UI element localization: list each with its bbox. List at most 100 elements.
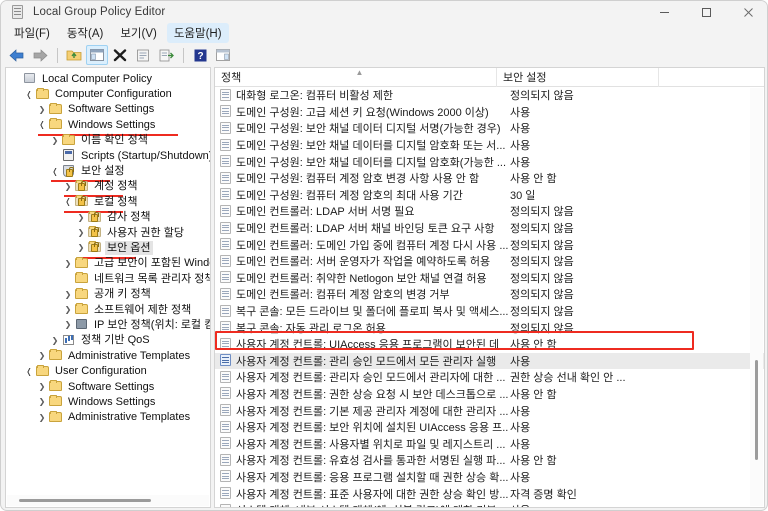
policy-icon xyxy=(219,437,233,450)
table-row[interactable]: 사용자 계정 컨트롤: 관리 승인 모드에서 모든 관리자 실행 사용 xyxy=(215,352,764,370)
tree-item[interactable]: ❬ User Configuration xyxy=(6,363,210,378)
table-row[interactable]: 도메인 컨트롤러: LDAP 서버 서명 필요 정의되지 않음 xyxy=(215,203,764,220)
chevron-right-icon[interactable]: ❯ xyxy=(75,243,87,252)
table-row[interactable]: 대화형 로그온: 컴퓨터 비활성 제한 정의되지 않음 xyxy=(215,87,764,104)
table-row[interactable]: 도메인 구성원: 컴퓨터 계정 암호 변경 사항 사용 안 함 사용 안 함 xyxy=(215,170,764,187)
table-row[interactable]: 사용자 계정 컨트롤: 권한 상승 요청 시 보안 데스크톱으로 ... 사용 안… xyxy=(215,386,764,403)
table-row[interactable]: 도메인 구성원: 컴퓨터 계정 암호의 최대 사용 기간 30 일 xyxy=(215,187,764,204)
tree-item[interactable]: ❯ 보안 옵션 xyxy=(6,240,210,255)
tree-item[interactable]: 네트워크 목록 관리자 정책 xyxy=(6,271,210,286)
table-row[interactable]: 도메인 구성원: 보안 채널 데이터를 디지털 암호화 또는 서... 사용 xyxy=(215,137,764,154)
policy-security-setting: 정의되지 않음 xyxy=(510,306,574,319)
close-button[interactable] xyxy=(727,1,767,23)
chevron-down-icon[interactable]: ❬ xyxy=(49,167,61,176)
tree-item[interactable]: Local Computer Policy xyxy=(6,71,210,86)
maximize-button[interactable] xyxy=(685,1,727,23)
table-row[interactable]: 사용자 계정 컨트롤: 유효성 검사를 통과한 서명된 실행 파... 사용 안 … xyxy=(215,452,764,469)
console-tree-pane[interactable]: Local Computer Policy ❬ Computer Configura… xyxy=(5,67,211,508)
chevron-right-icon[interactable]: ❯ xyxy=(75,228,87,237)
tree-item[interactable]: ❯ 정책 기반 QoS xyxy=(6,333,210,348)
list-vscroll-thumb[interactable] xyxy=(755,360,758,460)
tree-item[interactable]: ❯ 고급 보안이 포함된 Window xyxy=(6,256,210,271)
table-row[interactable]: 도메인 컨트롤러: 도메인 가입 중에 컴퓨터 계정 다시 사용 ... 정의되지… xyxy=(215,236,764,253)
tree-item[interactable]: ❬ 로컬 정책 xyxy=(6,194,210,209)
tree-item[interactable]: ❯ Software Settings xyxy=(6,102,210,117)
chevron-right-icon[interactable]: ❯ xyxy=(75,213,87,222)
policy-name: 사용자 계정 컨트롤: 유효성 검사를 통과한 서명된 실행 파... xyxy=(236,455,506,468)
table-row[interactable]: 사용자 계정 컨트롤: 보안 위치에 설치된 UIAccess 응용 프... 사… xyxy=(215,419,764,436)
tree-item[interactable]: ❯ 소프트웨어 제한 정책 xyxy=(6,302,210,317)
tree-item[interactable]: ❯ 계정 정책 xyxy=(6,179,210,194)
table-row[interactable]: 도메인 컨트롤러: LDAP 서버 채널 바인딩 토큰 요구 사항 정의되지 않음 xyxy=(215,220,764,237)
tree-item-label: 계정 정책 xyxy=(94,180,138,193)
chevron-right-icon[interactable]: ❯ xyxy=(36,351,48,360)
tree-item[interactable]: ❯ Windows Settings xyxy=(6,394,210,409)
table-row[interactable]: 도메인 컨트롤러: 서버 운영자가 작업을 예약하도록 허용 정의되지 않음 xyxy=(215,253,764,270)
table-row[interactable]: 사용자 계정 컨트롤: 응용 프로그램 설치할 때 권한 상승 확... 사용 xyxy=(215,469,764,486)
table-row[interactable]: 사용자 계정 컨트롤: 사용자별 위치로 파일 및 레지스트리 ... 사용 xyxy=(215,435,764,452)
tree-item[interactable]: Scripts (Startup/Shutdown) xyxy=(6,148,210,163)
chevron-right-icon[interactable]: ❯ xyxy=(36,382,48,391)
tree-item[interactable]: ❯ 감사 정책 xyxy=(6,210,210,225)
table-row[interactable]: 도메인 구성원: 고급 세션 키 요청(Windows 2000 이상) 사용 xyxy=(215,104,764,121)
menu-action[interactable]: 동작(A) xyxy=(60,23,111,43)
tree-item[interactable]: ❯ IP 보안 정책(위치: 로컬 컴퓨 xyxy=(6,317,210,332)
chevron-right-icon[interactable]: ❯ xyxy=(36,397,48,406)
chevron-right-icon[interactable]: ❯ xyxy=(62,290,74,299)
tree-item[interactable]: ❬ 보안 설정 xyxy=(6,163,210,178)
menu-view[interactable]: 보기(V) xyxy=(113,23,164,43)
table-row[interactable]: 도메인 컨트롤러: 컴퓨터 계정 암호의 변경 거부 정의되지 않음 xyxy=(215,286,764,303)
chevron-right-icon[interactable]: ❯ xyxy=(62,305,74,314)
view-options-icon[interactable] xyxy=(212,45,234,65)
list-vertical-scrollbar[interactable] xyxy=(750,88,763,506)
column-policy[interactable]: 정책 ▲ xyxy=(215,68,497,87)
table-row[interactable]: 도메인 구성원: 보안 채널 데이터를 디지털 암호화(가능한 ... 사용 xyxy=(215,153,764,170)
table-row[interactable]: 사용자 계정 컨트롤: 기본 제공 관리자 계정에 대한 관리자 ... 사용 xyxy=(215,402,764,419)
table-row[interactable]: 도메인 컨트롤러: 취약한 Netlogon 보안 채널 연결 허용 정의되지 않… xyxy=(215,270,764,287)
policy-list-pane[interactable]: 정책 ▲ 보안 설정 대화형 로그온: 컴퓨터 비활성 제한 정의되지 않음 도메인… xyxy=(214,67,765,508)
tree-item[interactable]: ❯ 공개 키 정책 xyxy=(6,286,210,301)
tree-item[interactable]: ❯ Software Settings xyxy=(6,379,210,394)
chevron-right-icon[interactable]: ❯ xyxy=(62,182,74,191)
tree-hscroll-thumb[interactable] xyxy=(19,499,151,502)
policy-name: 사용자 계정 컨트롤: 기본 제공 관리자 계정에 대한 관리자 ... xyxy=(236,405,508,418)
tree-item[interactable]: ❬ Windows Settings xyxy=(6,117,210,132)
column-security-setting[interactable]: 보안 설정 xyxy=(497,68,659,87)
chevron-right-icon[interactable]: ❯ xyxy=(36,413,48,422)
forward-icon[interactable] xyxy=(29,45,51,65)
help-icon[interactable]: ? xyxy=(189,45,211,65)
chevron-down-icon[interactable]: ❬ xyxy=(23,90,35,99)
properties-icon[interactable] xyxy=(132,45,154,65)
tree-item[interactable]: ❯ Administrative Templates xyxy=(6,348,210,363)
table-row[interactable]: 복구 콘솔: 모든 드라이브 및 폴더에 플로피 복사 및 액세스... 정의되지… xyxy=(215,303,764,320)
chevron-down-icon[interactable]: ❬ xyxy=(23,367,35,376)
policy-list[interactable]: 대화형 로그온: 컴퓨터 비활성 제한 정의되지 않음 도메인 구성원: 고급 세션… xyxy=(215,87,764,507)
chevron-right-icon[interactable]: ❯ xyxy=(36,105,48,114)
table-row[interactable]: 사용자 계정 컨트롤: 표준 사용자에 대한 권한 상승 확인 방... 자격 증… xyxy=(215,485,764,502)
console-tree[interactable]: Local Computer Policy ❬ Computer Configura… xyxy=(6,71,210,425)
menu-help[interactable]: 도움말(H) xyxy=(166,23,229,43)
column-extra[interactable] xyxy=(659,68,752,87)
tree-item[interactable]: ❯ Administrative Templates xyxy=(6,410,210,425)
delete-icon[interactable] xyxy=(109,45,131,65)
menu-file[interactable]: 파일(F) xyxy=(7,23,57,43)
tree-item[interactable]: ❯ 이름 확인 정책 xyxy=(6,133,210,148)
chevron-right-icon[interactable]: ❯ xyxy=(62,259,74,268)
back-icon[interactable] xyxy=(6,45,28,65)
tree-item-label: 정책 기반 QoS xyxy=(81,334,150,347)
minimize-button[interactable] xyxy=(643,1,685,23)
chevron-right-icon[interactable]: ❯ xyxy=(49,136,61,145)
chevron-right-icon[interactable]: ❯ xyxy=(62,320,74,329)
chevron-right-icon[interactable]: ❯ xyxy=(49,336,61,345)
tree-item[interactable]: ❯ 사용자 권한 할당 xyxy=(6,225,210,240)
chevron-down-icon[interactable]: ❬ xyxy=(62,197,74,206)
chevron-down-icon[interactable]: ❬ xyxy=(36,120,48,129)
table-row[interactable]: 도메인 구성원: 보안 채널 데이터 디지털 서명(가능한 경우) 사용 xyxy=(215,120,764,137)
up-one-level-icon[interactable] xyxy=(63,45,85,65)
table-row[interactable]: 시스템 개체: 내부 시스템 개체(예: 심볼 링크)에 대한 기본 ...사용 xyxy=(215,502,764,507)
tree-horizontal-scrollbar[interactable] xyxy=(7,495,209,506)
tree-item[interactable]: ❬ Computer Configuration xyxy=(6,86,210,101)
show-console-tree-icon[interactable] xyxy=(86,45,108,65)
table-row[interactable]: 사용자 계정 컨트롤: 관리자 승인 모드에서 관리자에 대한 ... 권한 상승… xyxy=(215,369,764,386)
export-list-icon[interactable] xyxy=(155,45,177,65)
